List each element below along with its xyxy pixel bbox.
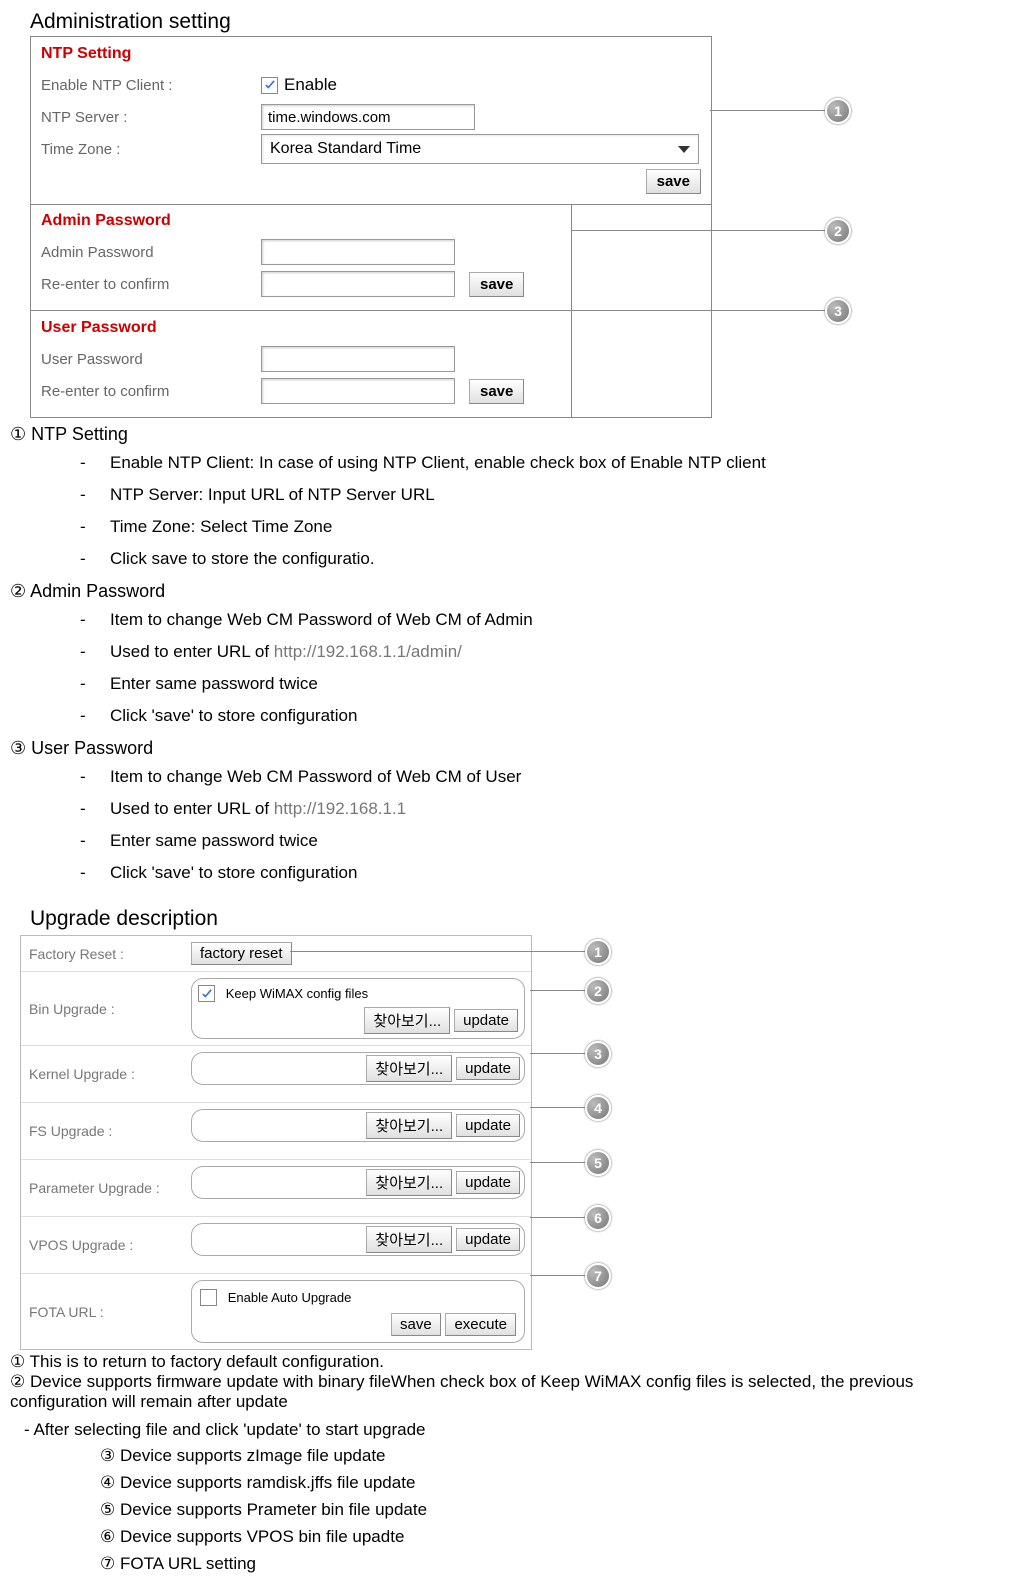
callout-1: 1 (825, 98, 851, 124)
upgrade-desc-after: - After selecting file and click 'update… (24, 1420, 1013, 1440)
upgrade-desc-4: ④ Device supports ramdisk.jffs file upda… (100, 1469, 1013, 1496)
desc-admin-3: Enter same password twice (80, 668, 1013, 700)
upgrade-desc-2: ② Device supports firmware update with b… (10, 1372, 1013, 1412)
user-pwd-save-button[interactable]: save (469, 379, 524, 404)
factory-label: Factory Reset : (21, 936, 185, 971)
desc-user-4: Click 'save' to store configuration (80, 857, 1013, 889)
upgrade-desc-7: ⑦ FOTA URL setting (100, 1550, 1013, 1577)
keep-wimax-label: Keep WiMAX config files (226, 986, 368, 1001)
kernel-label: Kernel Upgrade : (21, 1046, 185, 1102)
user-pwd-label: User Password (41, 351, 261, 368)
admin-section-title: Administration setting (30, 10, 1013, 34)
desc-ntp-1: Enable NTP Client: In case of using NTP … (80, 447, 1013, 479)
upgrade-desc-3: ③ Device supports zImage file update (100, 1442, 1013, 1469)
upgrade-desc-6: ⑥ Device supports VPOS bin file upadte (100, 1523, 1013, 1550)
fota-enable-label: Enable Auto Upgrade (228, 1290, 352, 1305)
user-confirm-input[interactable] (261, 378, 455, 404)
desc-ntp-3: Time Zone: Select Time Zone (80, 511, 1013, 543)
desc-user-3: Enter same password twice (80, 825, 1013, 857)
bin-label: Bin Upgrade : (21, 972, 185, 1045)
bin-browse-button[interactable]: 찾아보기... (364, 1007, 450, 1034)
ntp-server-label: NTP Server : (41, 109, 261, 126)
u-leader-5 (530, 1162, 585, 1163)
desc-user-2: Used to enter URL of http://192.168.1.1 (80, 793, 1013, 825)
u-leader-2 (530, 990, 585, 991)
u-callout-4: 4 (585, 1095, 611, 1121)
user-pwd-panel: User Password User Password Re-enter to … (31, 311, 572, 417)
desc-admin-2: Used to enter URL of http://192.168.1.1/… (80, 636, 1013, 668)
chevron-down-icon (678, 146, 690, 153)
u-callout-1: 1 (585, 939, 611, 965)
fota-label: FOTA URL : (21, 1274, 185, 1349)
desc-admin-1: Item to change Web CM Password of Web CM… (80, 604, 1013, 636)
fota-execute-button[interactable]: execute (445, 1313, 516, 1336)
kernel-update-button[interactable]: update (456, 1057, 520, 1080)
tz-label: Time Zone : (41, 141, 261, 158)
user-confirm-label: Re-enter to confirm (41, 383, 261, 400)
ntp-enable-text: Enable (284, 75, 337, 95)
leader-1 (710, 110, 825, 111)
ntp-panel: NTP Setting Enable NTP Client : Enable N… (30, 36, 712, 205)
factory-reset-button[interactable]: factory reset (191, 942, 292, 965)
admin-confirm-label: Re-enter to confirm (41, 276, 261, 293)
u-leader-7 (530, 1275, 585, 1276)
ntp-header: NTP Setting (41, 45, 701, 63)
leader-3 (572, 310, 825, 311)
upgrade-panel: Factory Reset : factory reset Bin Upgrad… (20, 935, 532, 1350)
fs-browse-button[interactable]: 찾아보기... (366, 1112, 452, 1139)
u-callout-5: 5 (585, 1150, 611, 1176)
callout-3: 3 (825, 298, 851, 324)
desc-admin-heading: ② Admin Password (10, 581, 1013, 602)
kernel-browse-button[interactable]: 찾아보기... (366, 1055, 452, 1082)
u-callout-3: 3 (585, 1041, 611, 1067)
fota-save-button[interactable]: save (391, 1313, 441, 1336)
vpos-update-button[interactable]: update (456, 1228, 520, 1251)
fs-update-button[interactable]: update (456, 1114, 520, 1137)
admin-pwd-label: Admin Password (41, 244, 261, 261)
admin-panel: NTP Setting Enable NTP Client : Enable N… (30, 36, 712, 418)
desc-ntp-2: NTP Server: Input URL of NTP Server URL (80, 479, 1013, 511)
desc-user-heading: ③ User Password (10, 738, 1013, 759)
desc-user-1: Item to change Web CM Password of Web CM… (80, 761, 1013, 793)
fs-label: FS Upgrade : (21, 1103, 185, 1159)
desc-ntp-4: Click save to store the configuratio. (80, 543, 1013, 575)
keep-wimax-checkbox[interactable] (198, 985, 215, 1002)
param-label: Parameter Upgrade : (21, 1160, 185, 1216)
u-leader-1 (290, 951, 585, 952)
admin-pwd-panel: Admin Password Admin Password Re-enter t… (31, 204, 572, 311)
upgrade-desc-1: ① This is to return to factory default c… (10, 1352, 1013, 1372)
u-leader-4 (530, 1107, 585, 1108)
u-callout-2: 2 (585, 978, 611, 1004)
ntp-server-input[interactable] (261, 104, 475, 130)
param-update-button[interactable]: update (456, 1171, 520, 1194)
u-leader-3 (530, 1053, 585, 1054)
ntp-save-button[interactable]: save (646, 169, 701, 194)
upgrade-section-title: Upgrade description (30, 907, 1013, 931)
desc-admin-4: Click 'save' to store configuration (80, 700, 1013, 732)
upgrade-desc-5: ⑤ Device supports Prameter bin file upda… (100, 1496, 1013, 1523)
callout-2: 2 (825, 218, 851, 244)
u-leader-6 (530, 1217, 585, 1218)
user-pwd-input[interactable] (261, 346, 455, 372)
admin-confirm-input[interactable] (261, 271, 455, 297)
admin-pwd-header: Admin Password (41, 212, 561, 230)
u-callout-6: 6 (585, 1205, 611, 1231)
admin-pwd-save-button[interactable]: save (469, 272, 524, 297)
vpos-browse-button[interactable]: 찾아보기... (366, 1226, 452, 1253)
ntp-enable-checkbox[interactable] (261, 77, 278, 94)
vpos-label: VPOS Upgrade : (21, 1217, 185, 1273)
user-pwd-header: User Password (41, 319, 561, 337)
desc-ntp-heading: ① NTP Setting (10, 424, 1013, 445)
u-callout-7: 7 (585, 1263, 611, 1289)
param-browse-button[interactable]: 찾아보기... (366, 1169, 452, 1196)
leader-2 (572, 230, 825, 231)
admin-pwd-input[interactable] (261, 239, 455, 265)
tz-select[interactable]: Korea Standard Time (261, 134, 699, 164)
tz-value: Korea Standard Time (270, 140, 421, 158)
bin-update-button[interactable]: update (454, 1009, 518, 1032)
fota-enable-checkbox[interactable] (200, 1289, 217, 1306)
ntp-enable-label: Enable NTP Client : (41, 77, 261, 94)
